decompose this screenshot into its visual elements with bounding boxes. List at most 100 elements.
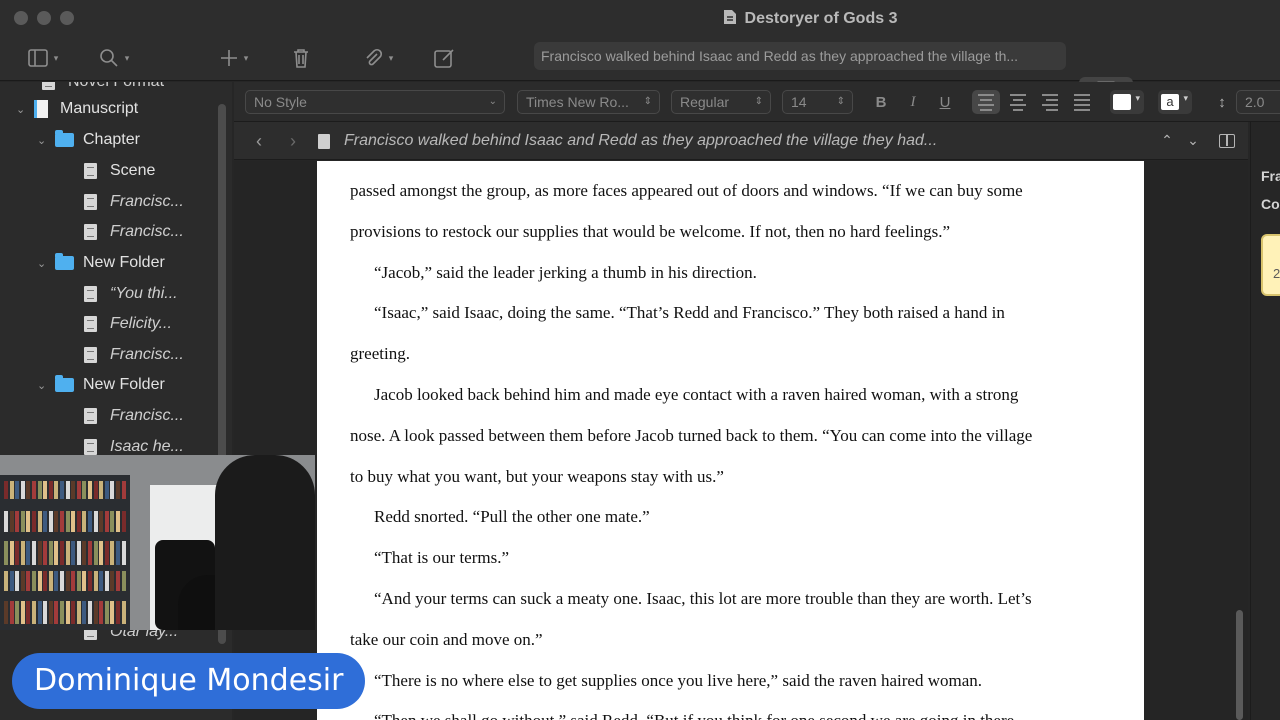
webcam-book — [65, 601, 70, 624]
webcam-book — [15, 511, 20, 532]
weight-value: Regular — [680, 94, 730, 110]
quick-reference-button[interactable] — [432, 45, 458, 71]
binder-item-chapter[interactable]: ⌄ Chapter — [37, 126, 140, 154]
binder-item-label: New Folder — [83, 254, 165, 271]
paragraph-style-select[interactable]: No Style ⌄ — [245, 90, 505, 114]
webcam-book — [15, 541, 20, 565]
webcam-book — [71, 601, 76, 624]
attach-button[interactable]: ▾ — [354, 45, 402, 71]
binder-partial-top-item[interactable]: Novel Format — [42, 82, 164, 96]
webcam-book — [93, 481, 98, 499]
updown-icon: ⇕ — [754, 96, 763, 107]
webcam-book — [71, 571, 76, 591]
font-size-select[interactable]: 14 ⇕ — [782, 90, 853, 114]
webcam-book — [76, 511, 81, 532]
binder-item-label: New Folder — [83, 376, 165, 393]
size-value: 14 — [791, 94, 807, 110]
document-icon — [318, 134, 330, 149]
editor-scrollbar[interactable] — [1236, 610, 1243, 720]
manuscript-text-line: “That is our terms.” — [374, 548, 510, 568]
webcam-book — [26, 541, 31, 565]
back-button[interactable]: ‹ — [246, 129, 272, 153]
binder-item-document[interactable]: Francisc... — [84, 188, 184, 216]
binder-item-manuscript[interactable]: ⌄ Manuscript — [16, 95, 138, 123]
highlight-color-swatch[interactable]: a ▾ — [1158, 90, 1192, 114]
webcam-book — [110, 481, 115, 499]
binder-item-document[interactable]: Francisc... — [84, 218, 184, 246]
split-divider — [1226, 135, 1228, 146]
quick-search-field[interactable]: Francisco walked behind Isaac and Redd a… — [534, 42, 1066, 70]
webcam-book — [82, 541, 87, 565]
webcam-book — [110, 571, 115, 591]
binder-item-document[interactable]: Felicity... — [84, 310, 172, 338]
webcam-book — [99, 541, 104, 565]
webcam-book — [20, 511, 25, 532]
document-icon — [84, 224, 97, 240]
align-left-button[interactable] — [972, 90, 1000, 114]
text-color-swatch[interactable]: ▾ — [1110, 90, 1144, 114]
webcam-book — [54, 541, 59, 565]
search-toggle-button[interactable]: ▾ — [90, 45, 138, 71]
webcam-book — [54, 601, 59, 624]
webcam-book — [4, 571, 8, 591]
webcam-book — [48, 601, 53, 624]
chevron-up-icon[interactable]: ⌃ — [1154, 128, 1180, 152]
binder-toggle-button[interactable]: ▾ — [18, 45, 68, 71]
justify-button[interactable] — [1068, 90, 1096, 114]
webcam-book — [93, 601, 98, 624]
webcam-book — [9, 511, 14, 532]
line-spacing-select[interactable]: 2.0 — [1236, 90, 1280, 114]
align-center-button[interactable] — [1004, 90, 1032, 114]
chevron-down-icon[interactable]: ⌄ — [37, 379, 55, 392]
webcam-book — [60, 601, 64, 624]
text-page[interactable]: passed amongst the group, as more faces … — [317, 161, 1144, 720]
chevron-down-icon[interactable]: ⌄ — [1180, 128, 1206, 152]
bold-button[interactable]: B — [868, 90, 894, 114]
folder-icon — [55, 253, 74, 270]
webcam-book — [60, 541, 64, 565]
chevron-down-icon[interactable]: ⌄ — [16, 103, 34, 116]
synopsis-card[interactable]: 2 — [1261, 234, 1280, 296]
paperclip-icon — [366, 48, 382, 66]
add-item-button[interactable]: ▾ — [210, 45, 258, 71]
binder-item-document[interactable]: Francisc... — [84, 341, 184, 369]
webcam-book — [43, 481, 48, 499]
chevron-down-icon[interactable]: ⌄ — [37, 134, 55, 147]
binder-item-label: Francisc... — [110, 223, 184, 240]
font-weight-select[interactable]: Regular ⇕ — [671, 90, 771, 114]
webcam-book — [93, 541, 98, 565]
plus-icon — [220, 50, 237, 66]
webcam-book — [93, 511, 98, 532]
chevron-down-icon: ▾ — [1135, 93, 1140, 103]
forward-button[interactable]: › — [280, 129, 306, 153]
chevron-down-icon[interactable]: ⌄ — [37, 257, 55, 270]
webcam-book — [116, 511, 120, 532]
webcam-book — [104, 481, 109, 499]
binder-item-document[interactable]: Francisc... — [84, 402, 184, 430]
window-title: Destoryer of Gods 3 — [744, 10, 898, 27]
chevron-down-icon: ▾ — [1183, 93, 1188, 103]
binder-item-document[interactable]: “You thi... — [84, 280, 178, 308]
header-document-title[interactable]: Francisco walked behind Isaac and Redd a… — [344, 132, 937, 150]
align-right-button[interactable] — [1036, 90, 1064, 114]
document-icon — [84, 347, 97, 363]
webcam-book — [32, 511, 36, 532]
webcam-book — [104, 571, 109, 591]
binder-item-label: Novel Format — [68, 82, 164, 91]
trash-button[interactable] — [289, 45, 313, 71]
webcam-book — [121, 541, 126, 565]
split-editor-button[interactable] — [1219, 134, 1235, 148]
binder-item-new-folder[interactable]: ⌄ New Folder — [37, 249, 165, 277]
webcam-book — [60, 481, 64, 499]
webcam-book — [76, 601, 81, 624]
trash-icon — [294, 49, 308, 68]
webcam-book — [99, 511, 104, 532]
binder-item-new-folder[interactable]: ⌄ New Folder — [37, 371, 165, 399]
webcam-book — [65, 541, 70, 565]
italic-button[interactable]: I — [900, 90, 926, 114]
underline-button[interactable]: U — [932, 90, 958, 114]
chevron-down-icon: ▾ — [124, 52, 130, 63]
webcam-book — [65, 571, 70, 591]
binder-item-scene[interactable]: Scene — [84, 157, 155, 185]
font-family-select[interactable]: Times New Ro... ⇕ — [517, 90, 660, 114]
